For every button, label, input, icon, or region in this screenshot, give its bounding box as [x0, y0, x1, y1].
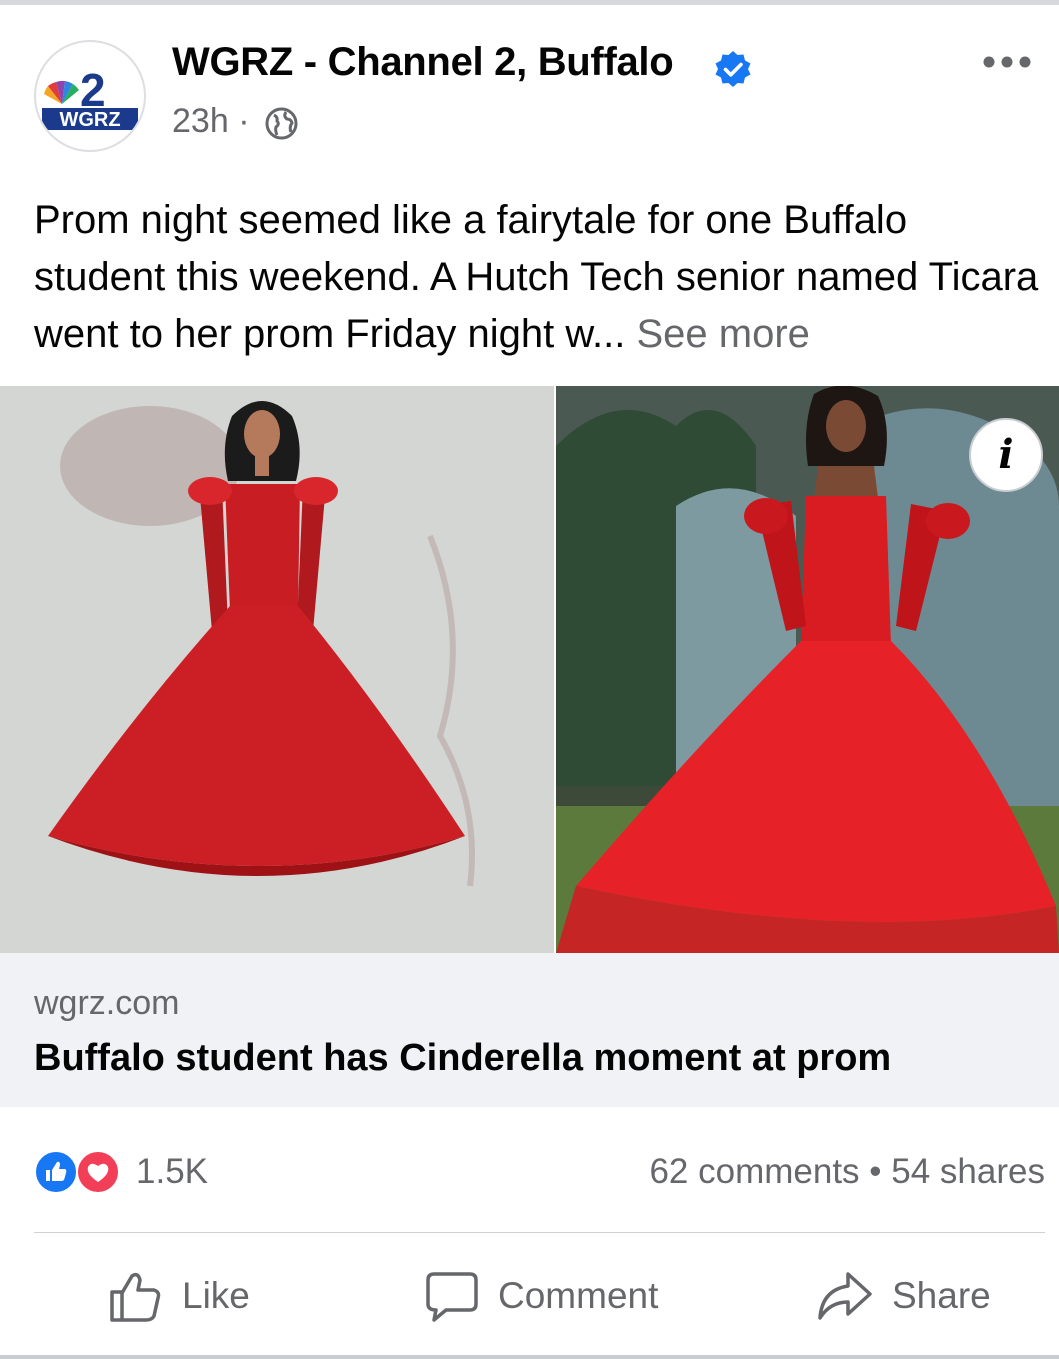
bottom-divider — [0, 1355, 1059, 1359]
more-options-icon[interactable] — [982, 55, 1032, 69]
logo-text: WGRZ — [59, 109, 120, 131]
globe-icon — [265, 107, 298, 140]
share-icon — [818, 1272, 872, 1320]
page-avatar[interactable]: 2 WGRZ — [34, 40, 146, 152]
stats-dot: • — [869, 1152, 882, 1191]
comment-label: Comment — [498, 1275, 659, 1316]
like-button[interactable]: Like — [108, 1264, 250, 1328]
top-divider — [0, 0, 1059, 5]
left-image[interactable] — [0, 386, 554, 953]
wgrz-logo: 2 WGRZ — [42, 64, 138, 131]
link-title[interactable]: Buffalo student has Cinderella moment at… — [34, 1037, 891, 1080]
post-body: Prom night seemed like a fairytale for o… — [34, 198, 1039, 356]
comments-count[interactable]: 62 comments — [649, 1152, 859, 1191]
post-meta: 23h · — [172, 102, 250, 141]
info-icon[interactable]: i — [969, 418, 1043, 492]
link-preview[interactable] — [0, 953, 1059, 1107]
action-divider — [34, 1232, 1045, 1233]
like-label: Like — [182, 1275, 250, 1316]
reaction-icons[interactable] — [34, 1150, 126, 1194]
shares-count[interactable]: 54 shares — [891, 1152, 1045, 1191]
post-text: Prom night seemed like a fairytale for o… — [34, 192, 1044, 363]
page-name[interactable]: WGRZ - Channel 2, Buffalo — [172, 40, 674, 85]
post-time[interactable]: 23h — [172, 102, 229, 140]
gown-illustration-image — [0, 386, 554, 953]
comment-button[interactable]: Comment — [424, 1264, 658, 1328]
engagement-stats: 62 comments • 54 shares — [649, 1152, 1045, 1192]
link-domain: wgrz.com — [34, 984, 180, 1022]
post-media[interactable] — [0, 386, 1059, 953]
comment-icon — [426, 1272, 478, 1322]
love-reaction-icon — [76, 1150, 120, 1194]
see-more-link[interactable]: See more — [637, 312, 810, 356]
like-reaction-icon — [34, 1150, 78, 1194]
meta-separator: · — [238, 102, 250, 140]
verified-badge-icon — [715, 51, 751, 87]
reactions-count[interactable]: 1.5K — [136, 1152, 208, 1192]
thumbs-up-icon — [110, 1272, 161, 1322]
share-button[interactable]: Share — [816, 1264, 991, 1328]
share-label: Share — [892, 1275, 991, 1316]
